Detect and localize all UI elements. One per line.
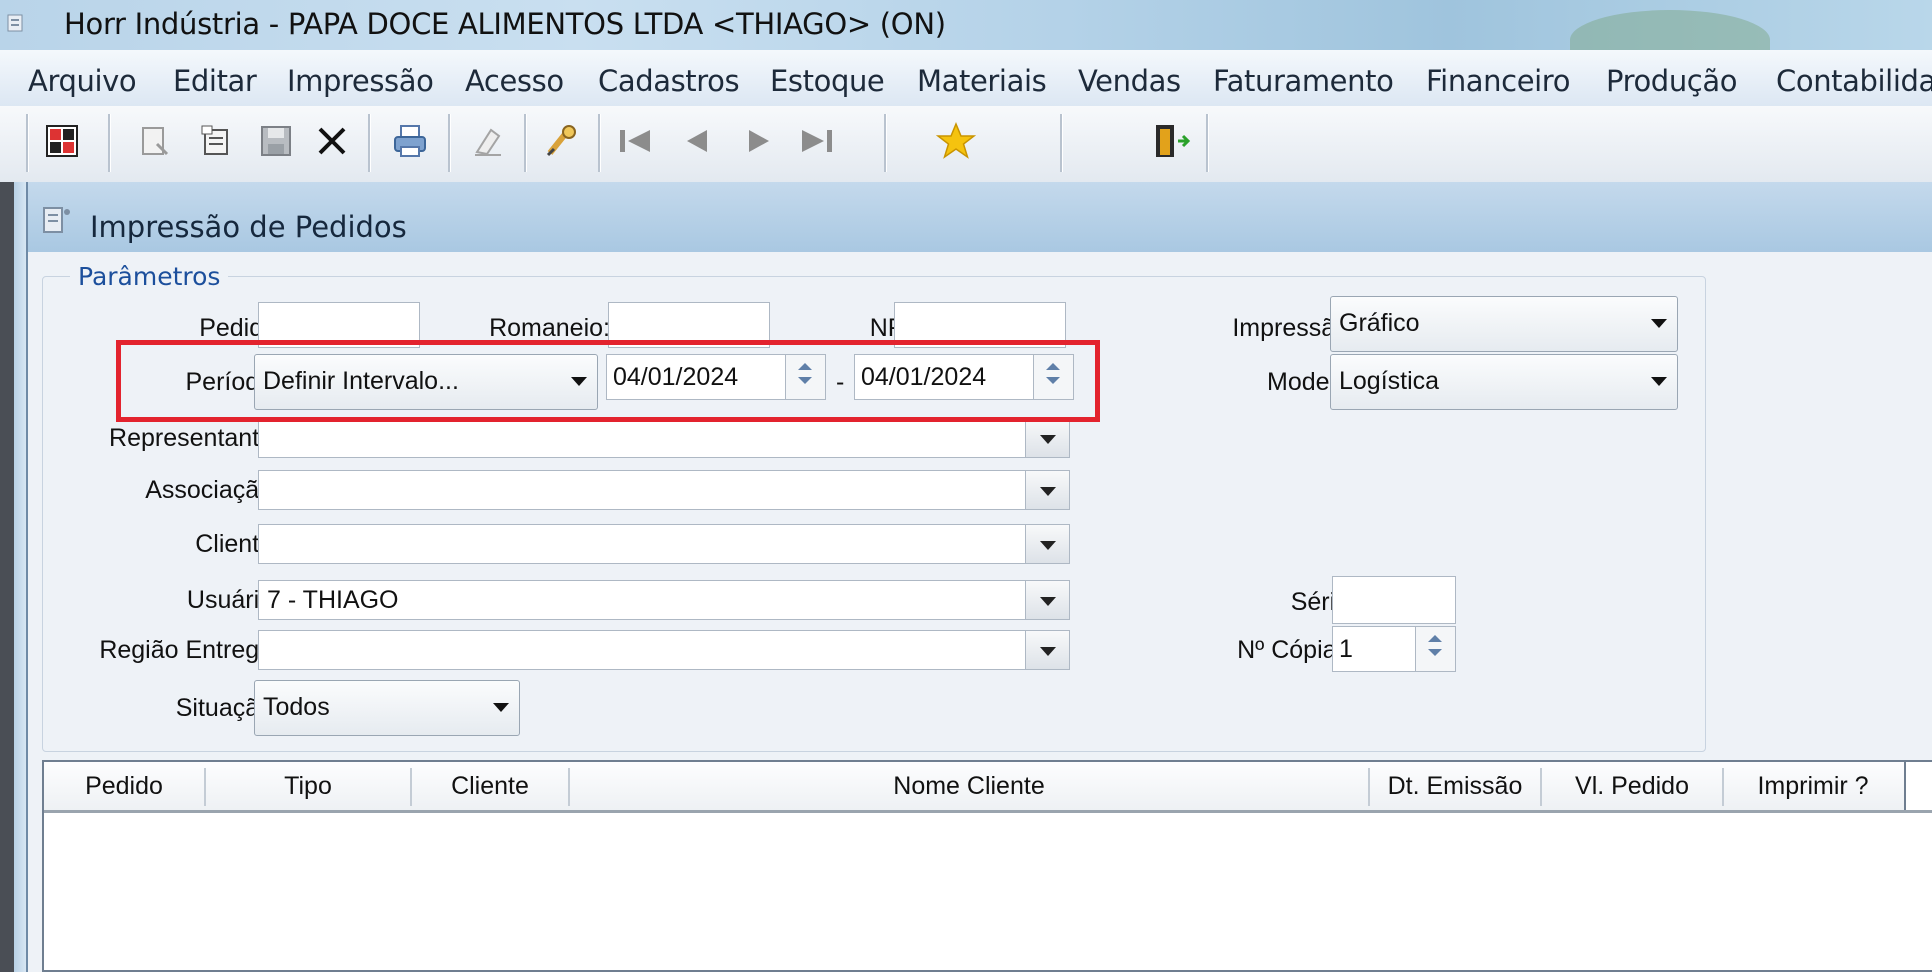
chevron-down-icon (493, 703, 509, 712)
orders-grid[interactable]: Pedido Tipo Cliente Nome Cliente Dt. Emi… (42, 760, 1932, 972)
edit-record-icon[interactable] (194, 116, 238, 166)
col-tipo[interactable]: Tipo (206, 772, 410, 801)
menu-bar: Arquivo Editar Impressão Acesso Cadastro… (0, 50, 1932, 107)
new-record-icon[interactable] (132, 116, 176, 166)
situacao-value: Todos (263, 693, 330, 721)
dropdown-button[interactable] (1025, 525, 1069, 563)
menu-acesso[interactable]: Acesso (465, 64, 564, 98)
dropdown-button[interactable] (1025, 631, 1069, 669)
previous-record-icon[interactable] (674, 116, 718, 166)
menu-estoque[interactable]: Estoque (770, 64, 885, 98)
toolbar-separator (524, 114, 527, 172)
associacao-select[interactable] (258, 470, 1070, 510)
save-icon[interactable] (254, 116, 298, 166)
toolbar-separator (368, 114, 371, 172)
impressao-value: Gráfico (1339, 309, 1420, 337)
col-pedido[interactable]: Pedido (44, 772, 204, 801)
menu-producao[interactable]: Produção (1606, 64, 1737, 98)
situacao-select[interactable]: Todos (254, 680, 520, 736)
regiao-entrega-select[interactable] (258, 630, 1070, 670)
col-imprimir[interactable]: Imprimir ? (1724, 772, 1902, 801)
menu-vendas[interactable]: Vendas (1078, 64, 1181, 98)
child-window: Impressão de Pedidos Parâmetros Pedido: … (26, 182, 1932, 972)
toolbar-separator (598, 114, 601, 172)
calculator-icon[interactable] (40, 116, 84, 166)
window-title-bar: Horr Indústria - PAPA DOCE ALIMENTOS LTD… (0, 0, 1932, 70)
menu-contabilidade[interactable]: Contabilida (1776, 64, 1932, 98)
grid-header-filler (1904, 762, 1932, 810)
parameters-group-title: Parâmetros (70, 262, 229, 291)
col-cliente[interactable]: Cliente (412, 772, 568, 801)
usuario-value: 7 - THIAGO (267, 586, 399, 614)
form-title: Impressão de Pedidos (90, 210, 407, 244)
chevron-down-icon (1651, 319, 1667, 328)
col-vl-pedido[interactable]: Vl. Pedido (1542, 772, 1722, 801)
menu-faturamento[interactable]: Faturamento (1213, 64, 1394, 98)
next-record-icon[interactable] (736, 116, 780, 166)
app-icon[interactable] (6, 12, 26, 34)
chevron-down-icon (1651, 377, 1667, 386)
toolbar (0, 106, 1932, 184)
mdi-frame-left-inner (14, 182, 26, 972)
modelo-select[interactable]: Logística (1330, 354, 1678, 410)
usuario-select[interactable]: 7 - THIAGO (258, 580, 1070, 620)
regiao-entrega-label: Região Entrega: (99, 636, 280, 664)
mdi-frame-left (0, 182, 14, 972)
menu-financeiro[interactable]: Financeiro (1426, 64, 1570, 98)
dropdown-button[interactable] (1025, 581, 1069, 619)
serie-field[interactable] (1332, 576, 1456, 624)
last-record-icon[interactable] (794, 116, 838, 166)
romaneio-label: Romaneio: (489, 314, 610, 342)
exit-door-icon[interactable] (1150, 116, 1194, 166)
window-title: Horr Indústria - PAPA DOCE ALIMENTOS LTD… (64, 7, 946, 41)
toolbar-separator (448, 114, 451, 172)
toolbar-separator (1060, 114, 1063, 172)
col-dt-emissao[interactable]: Dt. Emissão (1370, 772, 1540, 801)
child-window-title-bar: Impressão de Pedidos (28, 182, 1932, 252)
form-icon (42, 206, 74, 241)
toolbar-separator (108, 114, 111, 172)
print-icon[interactable] (388, 116, 432, 166)
menu-editar[interactable]: Editar (173, 64, 257, 98)
toolbar-separator (1206, 114, 1209, 172)
clear-icon[interactable] (466, 116, 510, 166)
menu-impressao[interactable]: Impressão (287, 64, 434, 98)
search-icon[interactable] (540, 116, 584, 166)
copias-field[interactable]: 1 (1332, 626, 1456, 672)
col-nome-cliente[interactable]: Nome Cliente (570, 772, 1368, 801)
modelo-value: Logística (1339, 367, 1440, 395)
menu-cadastros[interactable]: Cadastros (598, 64, 740, 98)
dropdown-button[interactable] (1025, 471, 1069, 509)
impressao-select[interactable]: Gráfico (1330, 296, 1678, 352)
cliente-select[interactable] (258, 524, 1070, 564)
first-record-icon[interactable] (614, 116, 658, 166)
toolbar-grip (26, 114, 29, 172)
grid-header: Pedido Tipo Cliente Nome Cliente Dt. Emi… (44, 762, 1932, 813)
menu-materiais[interactable]: Materiais (917, 64, 1047, 98)
copias-value: 1 (1339, 635, 1353, 663)
favorite-star-icon[interactable] (934, 116, 978, 166)
dropdown-button[interactable] (1025, 419, 1069, 457)
menu-arquivo[interactable]: Arquivo (28, 64, 137, 98)
copias-spinner[interactable] (1415, 627, 1455, 671)
representante-label: Representante: (109, 424, 280, 452)
spin-up-icon (1428, 635, 1442, 642)
period-highlight-box (116, 340, 1100, 422)
representante-select[interactable] (258, 418, 1070, 458)
spin-down-icon (1428, 649, 1442, 656)
toolbar-separator (884, 114, 887, 172)
delete-icon[interactable] (310, 116, 354, 166)
